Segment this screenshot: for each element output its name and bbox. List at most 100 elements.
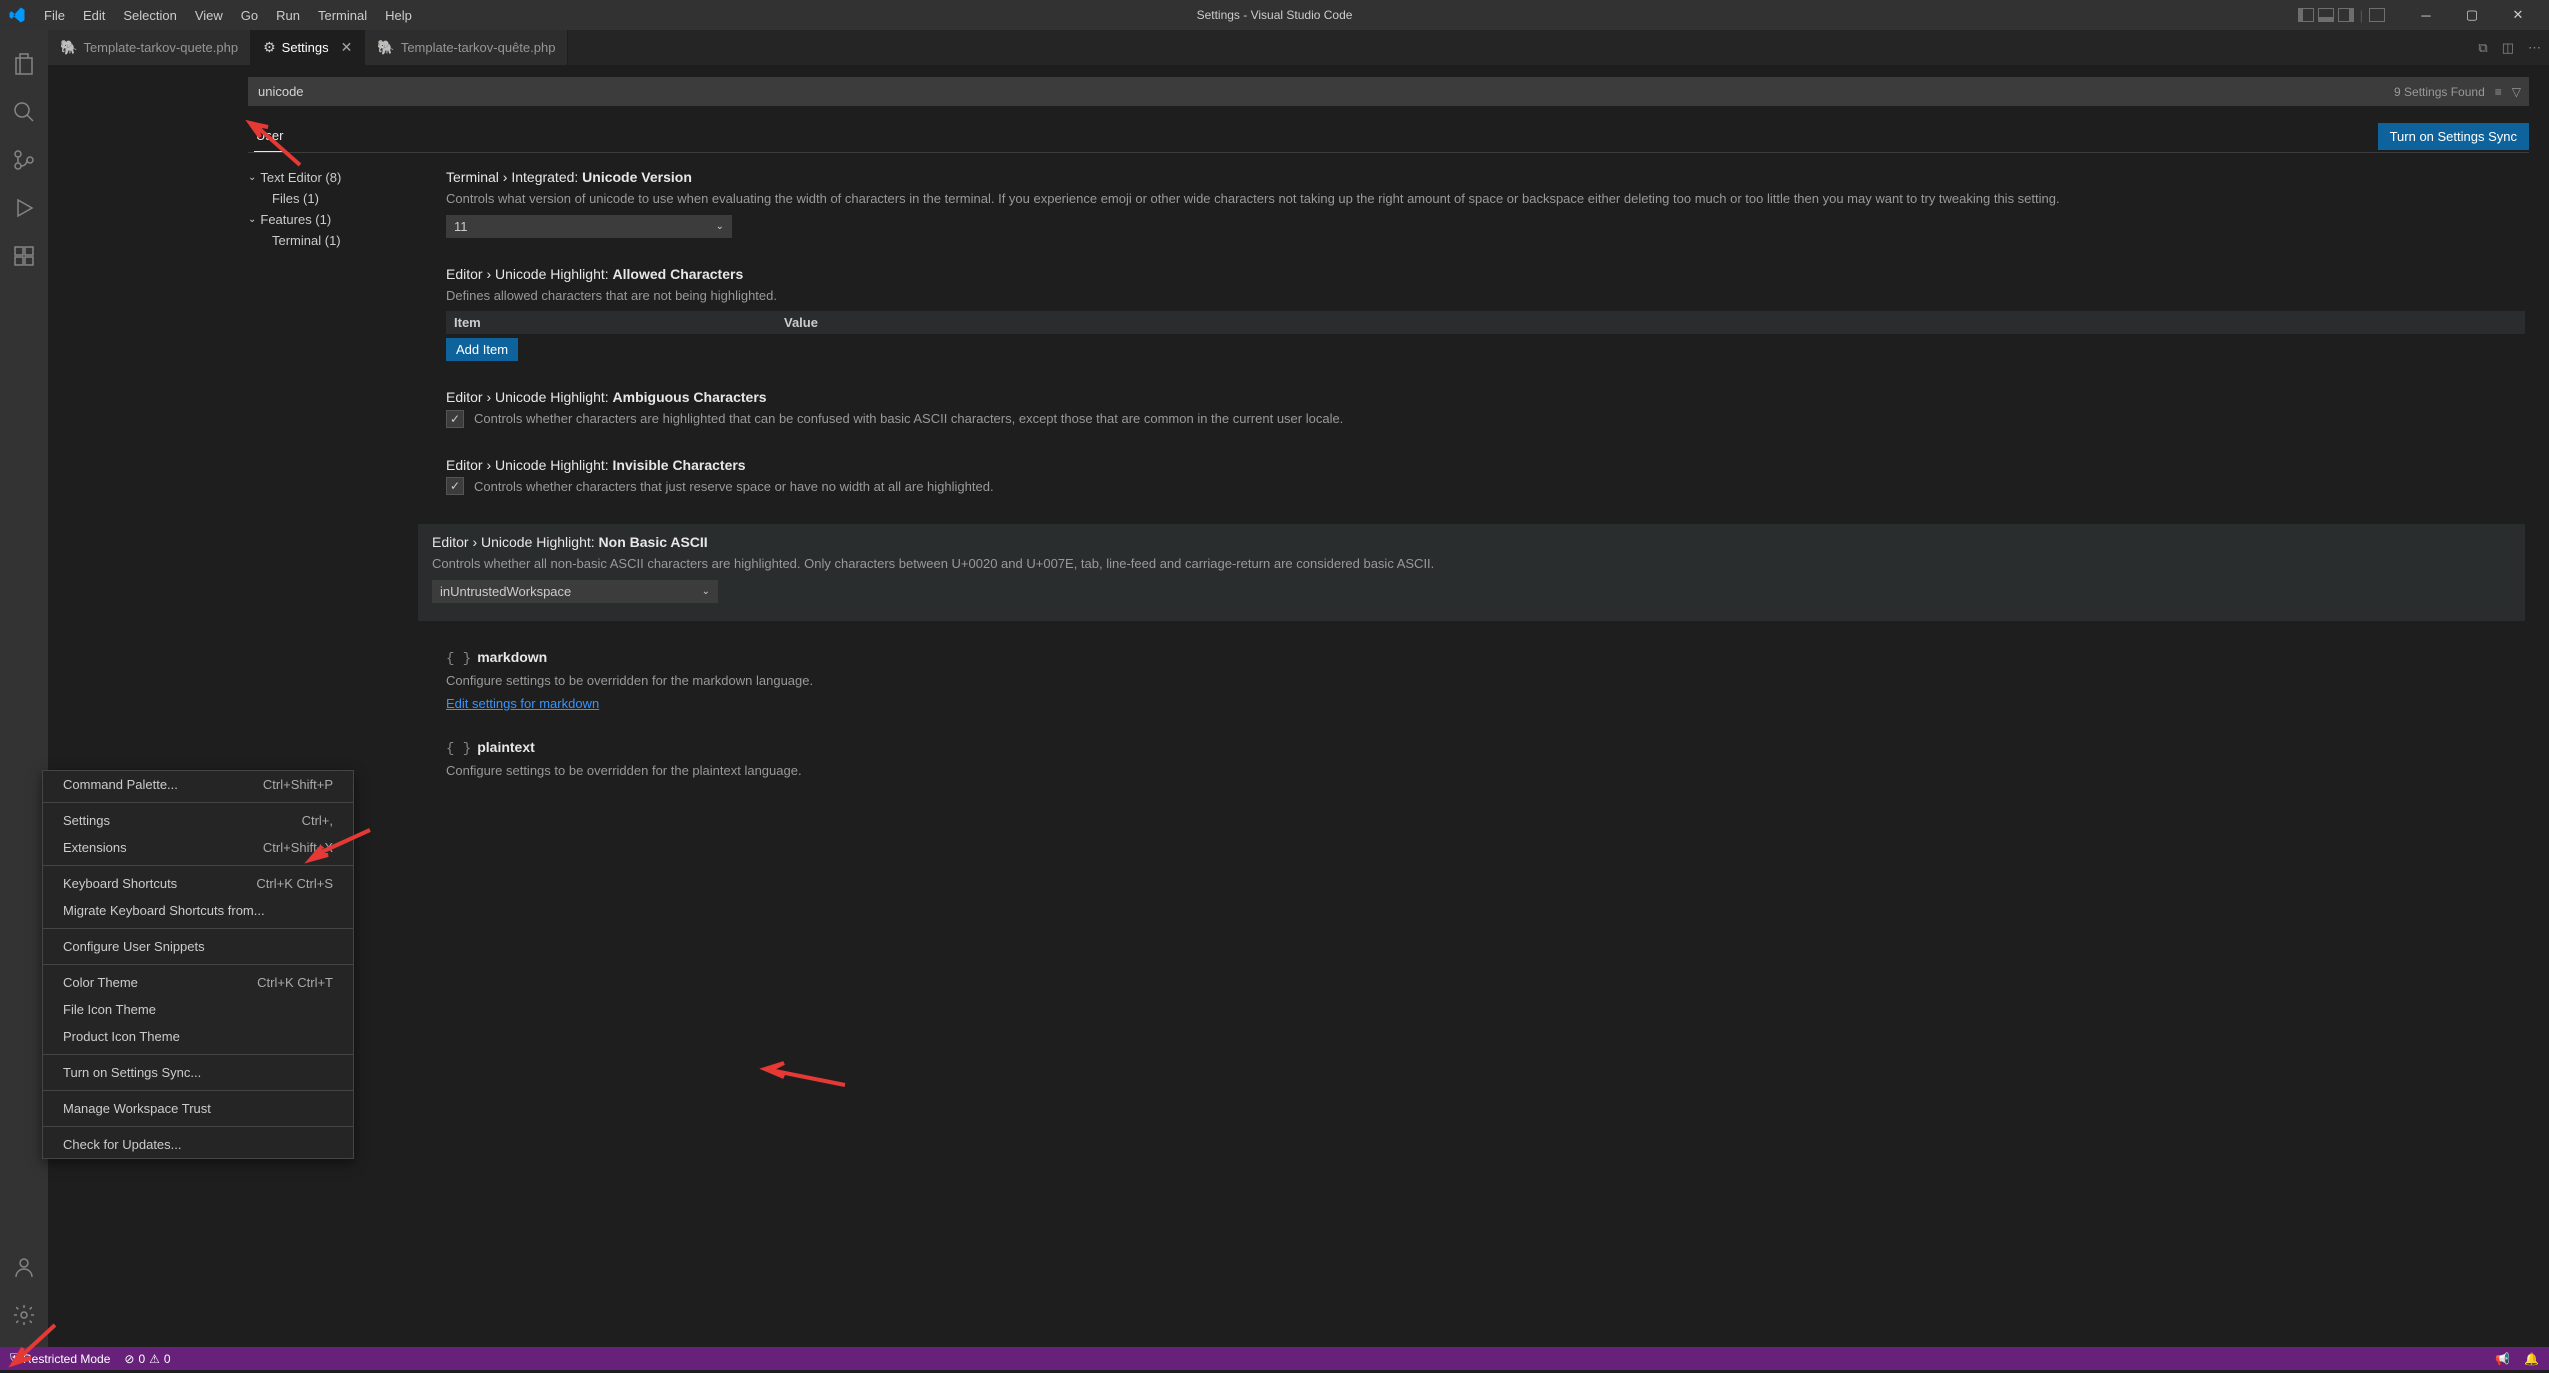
context-item[interactable]: Color Theme Ctrl+K Ctrl+T	[43, 969, 353, 996]
feedback-icon[interactable]: 📢	[2495, 1352, 2510, 1366]
php-file-icon: 🐘	[377, 39, 394, 56]
toc-files[interactable]: Files (1)	[248, 188, 398, 209]
context-item[interactable]: Extensions Ctrl+Shift+X	[43, 834, 353, 861]
toggle-primary-sidebar-icon[interactable]	[2298, 8, 2314, 22]
chevron-down-icon: ⌄	[702, 586, 710, 597]
setting-lang-plaintext: { }plaintext Configure settings to be ov…	[432, 739, 2525, 781]
run-debug-icon[interactable]	[0, 184, 48, 232]
menu-edit[interactable]: Edit	[75, 4, 113, 27]
customize-layout-icon[interactable]	[2369, 8, 2385, 22]
setting-lang-markdown: { }markdown Configure settings to be ove…	[432, 649, 2525, 712]
tab-label: Template-tarkov-quête.php	[401, 40, 556, 55]
open-changes-icon[interactable]: ⧉	[2478, 40, 2487, 56]
problems-status[interactable]: ⊘0⚠0	[124, 1352, 170, 1366]
tab-label: Template-tarkov-quete.php	[83, 40, 238, 55]
non-basic-ascii-dropdown[interactable]: inUntrustedWorkspace⌄	[432, 580, 718, 603]
context-item-label: Color Theme	[63, 975, 138, 990]
menu-terminal[interactable]: Terminal	[310, 4, 375, 27]
scope-user-tab[interactable]: User	[254, 120, 285, 152]
context-item[interactable]: File Icon Theme	[43, 996, 353, 1023]
toc-text-editor[interactable]: ⌄Text Editor (8)	[248, 167, 398, 188]
menu-file[interactable]: File	[36, 4, 73, 27]
search-result-count: 9 Settings Found	[2394, 85, 2485, 99]
context-item-label: Migrate Keyboard Shortcuts from...	[63, 903, 265, 918]
filter-icon[interactable]: ▽	[2512, 85, 2521, 99]
context-item[interactable]: Turn on Settings Sync...	[43, 1059, 353, 1086]
menu-view[interactable]: View	[187, 4, 231, 27]
edit-markdown-link[interactable]: Edit settings for markdown	[446, 696, 2525, 711]
tab-template-quete-accent[interactable]: 🐘 Template-tarkov-quête.php	[365, 30, 568, 65]
settings-search: 9 Settings Found ≡ ▽	[248, 77, 2529, 106]
statusbar: ⛨Restricted Mode ⊘0⚠0 📢 🔔	[0, 1347, 2549, 1370]
activity-bar	[0, 30, 48, 1347]
close-tab-icon[interactable]: ✕	[341, 39, 353, 56]
tab-label: Settings	[282, 40, 329, 55]
context-separator	[43, 1090, 353, 1091]
toggle-panel-icon[interactable]	[2318, 8, 2334, 22]
toc-features[interactable]: ⌄Features (1)	[248, 209, 398, 230]
ambiguous-checkbox[interactable]	[446, 410, 464, 428]
menu-selection[interactable]: Selection	[115, 4, 184, 27]
context-separator	[43, 1126, 353, 1127]
settings-search-input[interactable]	[248, 77, 2529, 106]
context-item-label: Manage Workspace Trust	[63, 1101, 211, 1116]
main-menu: File Edit Selection View Go Run Terminal…	[36, 4, 420, 27]
context-item[interactable]: Check for Updates...	[43, 1131, 353, 1158]
tab-settings[interactable]: ⚙ Settings ✕	[251, 30, 365, 65]
context-item-label: Extensions	[63, 840, 127, 855]
context-item-shortcut: Ctrl+,	[302, 813, 333, 828]
notifications-icon[interactable]: 🔔	[2524, 1352, 2539, 1366]
maximize-button[interactable]: ▢	[2449, 0, 2495, 30]
add-item-button[interactable]: Add Item	[446, 338, 518, 361]
unicode-version-dropdown[interactable]: 11⌄	[446, 215, 732, 238]
source-control-icon[interactable]	[0, 136, 48, 184]
context-item-shortcut: Ctrl+Shift+X	[263, 840, 333, 855]
close-window-button[interactable]: ✕	[2495, 0, 2541, 30]
context-item[interactable]: Migrate Keyboard Shortcuts from...	[43, 897, 353, 924]
context-item[interactable]: Manage Workspace Trust	[43, 1095, 353, 1122]
accounts-icon[interactable]	[0, 1243, 48, 1291]
clear-search-icon[interactable]: ≡	[2495, 85, 2502, 99]
toc-terminal[interactable]: Terminal (1)	[248, 230, 398, 251]
explorer-icon[interactable]	[0, 40, 48, 88]
settings-sync-button[interactable]: Turn on Settings Sync	[2378, 123, 2529, 150]
context-separator	[43, 802, 353, 803]
toggle-secondary-sidebar-icon[interactable]	[2338, 8, 2354, 22]
context-item[interactable]: Product Icon Theme	[43, 1023, 353, 1050]
settings-toc: ⌄Text Editor (8) Files (1) ⌄Features (1)…	[248, 163, 398, 1343]
menu-run[interactable]: Run	[268, 4, 308, 27]
settings-list[interactable]: Terminal › Integrated: Unicode Version C…	[414, 163, 2529, 1343]
php-file-icon: 🐘	[60, 39, 77, 56]
window-title: Settings - Visual Studio Code	[1197, 8, 1353, 22]
editor-area: 🐘 Template-tarkov-quete.php ⚙ Settings ✕…	[48, 30, 2549, 1347]
manage-context-menu: Command Palette...Ctrl+Shift+P SettingsCt…	[42, 770, 354, 1159]
restricted-mode-status[interactable]: ⛨Restricted Mode	[10, 1351, 110, 1366]
menu-go[interactable]: Go	[233, 4, 266, 27]
tab-template-quete[interactable]: 🐘 Template-tarkov-quete.php	[48, 30, 251, 65]
context-item[interactable]: Configure User Snippets	[43, 933, 353, 960]
settings-tab-icon: ⚙	[263, 39, 276, 56]
invisible-checkbox[interactable]	[446, 477, 464, 495]
context-item-label: Check for Updates...	[63, 1137, 182, 1152]
manage-gear-icon[interactable]	[0, 1291, 48, 1339]
context-item-label: Product Icon Theme	[63, 1029, 180, 1044]
minimize-button[interactable]: ─	[2403, 0, 2449, 30]
search-icon[interactable]	[0, 88, 48, 136]
more-actions-icon[interactable]: ⋯	[2528, 40, 2541, 56]
table-header: ItemValue	[446, 311, 2525, 334]
context-item-shortcut: Ctrl+K Ctrl+T	[257, 975, 333, 990]
settings-editor: 9 Settings Found ≡ ▽ User Turn on Settin…	[48, 65, 2549, 1347]
setting-terminal-unicode-version: Terminal › Integrated: Unicode Version C…	[432, 169, 2525, 238]
setting-ambiguous-characters: Editor › Unicode Highlight: Ambiguous Ch…	[432, 389, 2525, 429]
context-item[interactable]: Keyboard ShortcutsCtrl+K Ctrl+S	[43, 870, 353, 897]
context-separator	[43, 1054, 353, 1055]
context-item[interactable]: SettingsCtrl+,	[43, 807, 353, 834]
context-separator	[43, 865, 353, 866]
extensions-icon[interactable]	[0, 232, 48, 280]
menu-help[interactable]: Help	[377, 4, 420, 27]
setting-allowed-characters: Editor › Unicode Highlight: Allowed Char…	[432, 266, 2525, 362]
context-item-label: Command Palette...	[63, 777, 178, 792]
context-item[interactable]: Command Palette...Ctrl+Shift+P	[43, 771, 353, 798]
setting-non-basic-ascii: ⚙ Editor › Unicode Highlight: Non Basic …	[418, 524, 2525, 621]
split-editor-icon[interactable]: ◫	[2502, 40, 2514, 56]
